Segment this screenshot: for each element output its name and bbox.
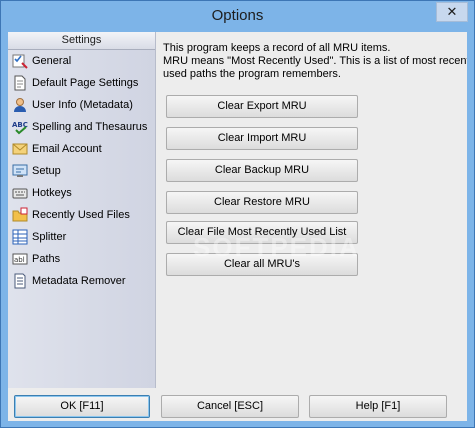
sidebar-item-label: Default Page Settings bbox=[32, 77, 139, 89]
clear-restore-mru-button[interactable]: Clear Restore MRU bbox=[166, 191, 358, 214]
sidebar-item-label: Recently Used Files bbox=[32, 209, 130, 221]
clear-backup-mru-button[interactable]: Clear Backup MRU bbox=[166, 159, 358, 182]
checklist-icon bbox=[12, 54, 28, 69]
sidebar-item-label: User Info (Metadata) bbox=[32, 99, 133, 111]
user-icon bbox=[14, 98, 26, 112]
description-line: used paths the program remembers. bbox=[163, 68, 341, 80]
sidebar-item-label: Splitter bbox=[32, 231, 67, 243]
sidebar-item-label: Email Account bbox=[32, 143, 102, 155]
sidebar-item-user-info[interactable]: User Info (Metadata) bbox=[8, 94, 155, 116]
watermark: SOFTPEDIA bbox=[193, 232, 360, 262]
sidebar-item-metadata-remover[interactable]: Metadata Remover bbox=[8, 270, 155, 292]
path-icon: abl bbox=[12, 253, 28, 265]
setup-icon bbox=[12, 164, 28, 177]
title-bar[interactable]: Options ✕ bbox=[1, 1, 474, 32]
sidebar-item-label: Paths bbox=[32, 253, 61, 265]
sidebar-item-label: Hotkeys bbox=[32, 187, 72, 199]
envelope-icon bbox=[12, 143, 28, 155]
clear-export-mru-button[interactable]: Clear Export MRU bbox=[166, 95, 358, 118]
sidebar-item-setup[interactable]: Setup bbox=[8, 160, 155, 182]
ok-button[interactable]: OK [F11] bbox=[14, 395, 150, 418]
sidebar-item-general[interactable]: General bbox=[8, 50, 155, 72]
window-title: Options bbox=[211, 7, 264, 24]
sidebar-item-email-account[interactable]: Email Account bbox=[8, 138, 155, 160]
mru-description: This program keeps a record of all MRU i… bbox=[163, 42, 467, 81]
folder-icon bbox=[12, 207, 28, 222]
sidebar-item-label: General bbox=[32, 55, 72, 67]
sidebar-item-label: Spelling and Thesaurus bbox=[32, 121, 148, 133]
sidebar-item-hotkeys[interactable]: Hotkeys bbox=[8, 182, 155, 204]
settings-sidebar: Settings General Default Page Settings U… bbox=[8, 32, 156, 388]
mru-panel: This program keeps a record of all MRU i… bbox=[163, 32, 467, 388]
sidebar-item-splitter[interactable]: Splitter bbox=[8, 226, 155, 248]
sidebar-item-label: Metadata Remover bbox=[32, 275, 126, 287]
sidebar-item-recently-used-files[interactable]: Recently Used Files bbox=[8, 204, 155, 226]
svg-text:abl: abl bbox=[14, 256, 25, 264]
page-icon bbox=[14, 75, 26, 91]
close-icon: ✕ bbox=[446, 4, 458, 19]
cancel-button[interactable]: Cancel [ESC] bbox=[161, 395, 299, 418]
description-line: MRU means "Most Recently Used". This is … bbox=[163, 55, 467, 67]
description-line: This program keeps a record of all MRU i… bbox=[163, 42, 391, 54]
sidebar-header: Settings bbox=[8, 32, 155, 50]
keyboard-icon bbox=[12, 188, 28, 199]
document-icon bbox=[14, 273, 26, 289]
options-window: Options ✕ Settings General Default Page … bbox=[0, 0, 475, 428]
close-button[interactable]: ✕ bbox=[436, 2, 468, 22]
sidebar-item-label: Setup bbox=[32, 165, 61, 177]
sidebar-item-default-page-settings[interactable]: Default Page Settings bbox=[8, 72, 155, 94]
clear-import-mru-button[interactable]: Clear Import MRU bbox=[166, 127, 358, 150]
grid-icon bbox=[12, 229, 28, 245]
help-button[interactable]: Help [F1] bbox=[309, 395, 447, 418]
sidebar-item-spelling[interactable]: ABC Spelling and Thesaurus bbox=[8, 116, 155, 138]
spellcheck-icon: ABC bbox=[12, 121, 28, 135]
dialog-body: Settings General Default Page Settings U… bbox=[8, 32, 467, 421]
sidebar-item-paths[interactable]: abl Paths bbox=[8, 248, 155, 270]
